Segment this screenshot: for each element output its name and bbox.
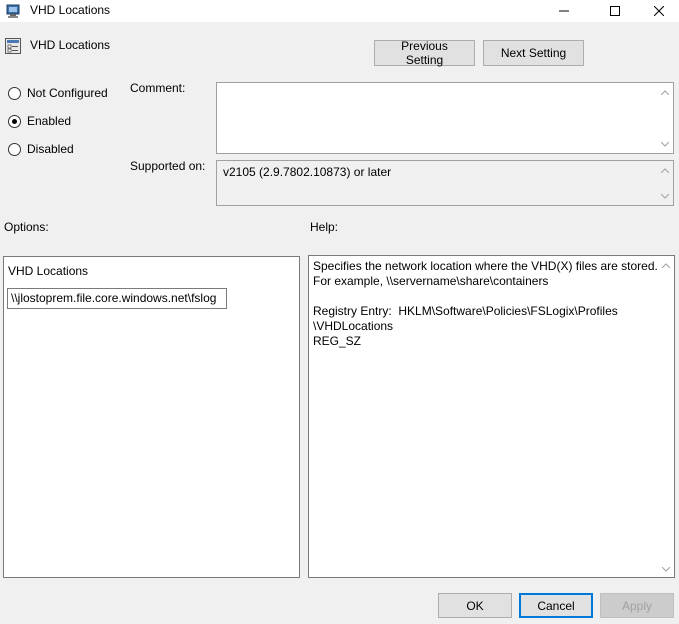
vhd-locations-input[interactable]: \\jlostoprem.file.core.windows.net\fslog [7,288,227,309]
help-line: For example, \\servername\share\containe… [313,274,549,288]
policy-name: VHD Locations [30,38,111,52]
supported-on-value: v2105 (2.9.7802.10873) or later [223,165,392,179]
window-title: VHD Locations [30,3,111,17]
radio-enabled[interactable]: Enabled [8,114,71,128]
help-line: \VHDLocations [313,319,394,333]
scroll-down-icon[interactable] [659,139,671,149]
maximize-icon [610,6,620,16]
help-label: Help: [310,220,339,234]
radio-not-configured[interactable]: Not Configured [8,86,108,100]
radio-circle [8,142,21,156]
radio-not-configured-label: Not Configured [27,86,108,100]
minimize-icon [559,10,569,12]
radio-disabled[interactable]: Disabled [8,142,74,156]
minimize-button[interactable] [541,0,587,22]
scroll-up-icon[interactable] [659,165,671,175]
apply-button[interactable]: Apply [600,593,674,618]
options-panel: VHD Locations \\jlostoprem.file.core.win… [3,256,300,578]
radio-circle-checked [8,114,21,128]
scroll-up-icon[interactable] [659,87,671,97]
help-line: ​ [313,289,658,304]
ok-button[interactable]: OK [438,593,512,618]
help-line: Registry Entry: HKLM\Software\Policies\F… [313,304,618,318]
comment-textarea[interactable] [216,82,674,154]
help-line: REG_SZ [313,334,362,348]
scroll-down-icon[interactable] [659,191,671,201]
close-icon [654,6,664,16]
scroll-down-icon[interactable] [660,564,672,574]
next-setting-button[interactable]: Next Setting [483,40,584,66]
radio-disabled-label: Disabled [27,142,74,156]
maximize-button[interactable] [592,0,638,22]
help-panel: Specifies the network location where the… [308,255,675,578]
options-label: Options: [4,220,49,234]
scroll-up-icon[interactable] [660,260,672,270]
comment-label: Comment: [130,81,186,95]
help-line: Specifies the network location where the… [313,259,658,273]
previous-setting-button[interactable]: Previous Setting [374,39,475,67]
policy-window-icon [6,3,22,19]
radio-circle [8,86,21,100]
policy-setting-icon [5,38,21,54]
supported-on-box: v2105 (2.9.7802.10873) or later [216,160,674,206]
supported-on-label: Supported on: [130,159,206,173]
help-text: Specifies the network location where the… [313,259,658,349]
close-button[interactable] [636,0,679,22]
radio-enabled-label: Enabled [27,114,72,128]
cancel-button[interactable]: Cancel [519,593,593,618]
vhd-locations-field-label: VHD Locations [8,264,89,278]
